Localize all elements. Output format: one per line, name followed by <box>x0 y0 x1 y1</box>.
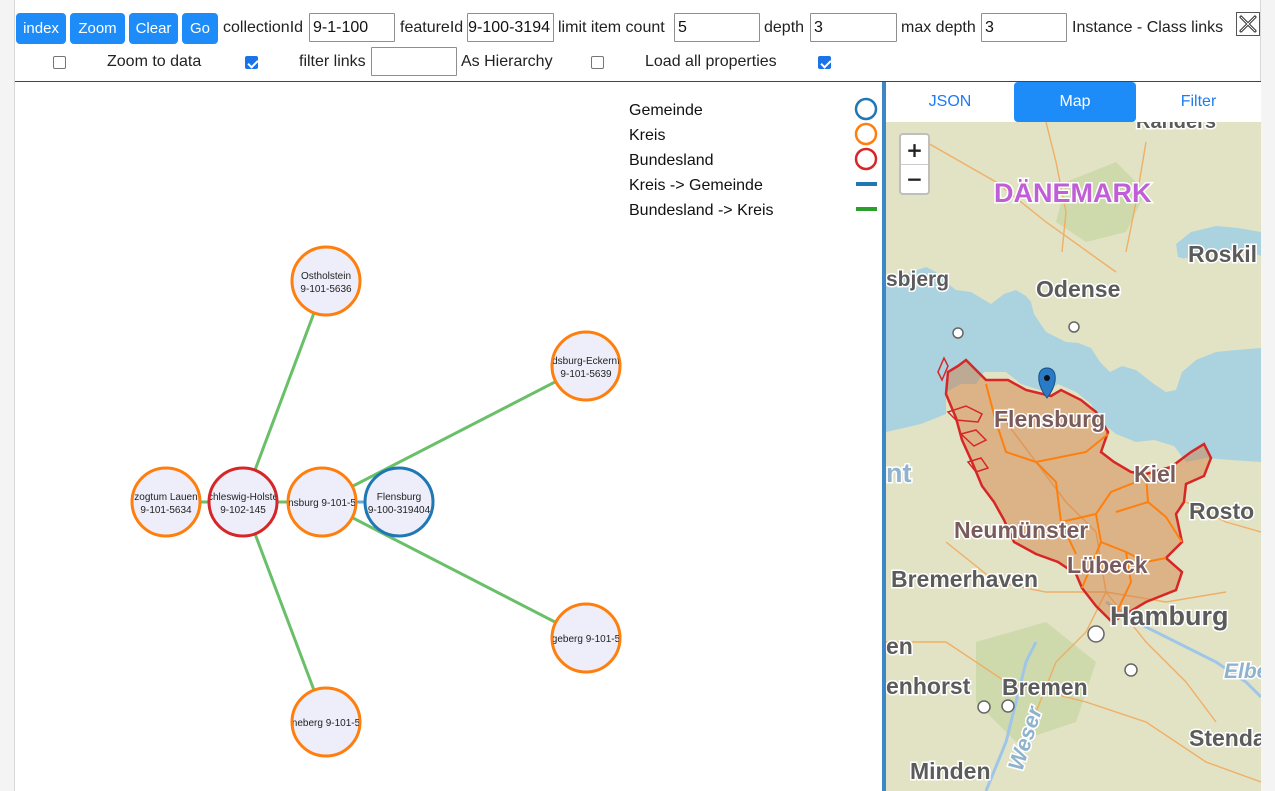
tab-filter[interactable]: Filter <box>1136 82 1261 122</box>
legend-circle-icon <box>854 97 878 121</box>
map-label-en: en <box>886 633 913 659</box>
map-label-daenemark: DÄNEMARK <box>994 178 1152 208</box>
graph-node-ostholstein[interactable]: Ostholstein 9-101-5636 <box>290 245 362 317</box>
feature-id-input[interactable]: 9-100-3194 <box>467 13 554 42</box>
map-zoom-out-button[interactable]: − <box>901 164 928 193</box>
legend-label: Bundesland <box>629 152 714 169</box>
graph-node-pinneberg[interactable]: neberg 9-101-5 <box>290 686 362 758</box>
depth-label: depth <box>764 19 805 36</box>
load-all-properties-checkbox[interactable] <box>818 56 831 69</box>
graph-node-sh[interactable]: chleswig-Holste 9-102-145 <box>207 466 279 538</box>
zoom-button[interactable]: Zoom <box>70 13 125 44</box>
side-panel: JSON Map Filter Randers DÄNEMARK Roskil … <box>886 82 1261 791</box>
legend-line-icon <box>856 207 877 211</box>
graph-node-label: Flensburg <box>377 492 421 503</box>
graph-node-label: nsburg 9-101-5 <box>288 498 356 509</box>
zoom-to-data-label: Zoom to data <box>107 53 202 70</box>
legend-label: Gemeinde <box>629 102 703 119</box>
graph-link <box>321 364 587 504</box>
panel-tabs: JSON Map Filter <box>886 82 1261 122</box>
as-hierarchy-label: As Hierarchy <box>461 53 553 70</box>
graph-node-id: 9-101-5636 <box>300 284 352 295</box>
graph-node-lauenburg[interactable]: zogtum Lauen 9-101-5634 <box>130 466 202 538</box>
legend-circle-icon <box>854 122 878 146</box>
map-label-bremerhaven: Bremerhaven <box>891 566 1038 592</box>
legend-label: Kreis -> Gemeinde <box>629 177 763 194</box>
collection-id-label: collectionId <box>223 19 304 36</box>
legend-label: Bundesland -> Kreis <box>629 202 774 219</box>
map-label-odense: Odense <box>1036 276 1120 302</box>
graph-node-label: chleswig-Holste <box>208 492 278 503</box>
graph-node-id: 9-100-319404 <box>368 505 431 516</box>
graph-node-flensburg-kreis[interactable]: nsburg 9-101-5 <box>286 466 358 538</box>
zoom-to-data-checkbox[interactable] <box>53 56 66 69</box>
limit-item-count-input[interactable]: 5 <box>674 13 760 42</box>
map-label-luebeck: Lübeck <box>1067 552 1148 578</box>
feature-id-label: featureId <box>400 19 464 36</box>
as-hierarchy-checkbox[interactable] <box>591 56 604 69</box>
map-label-kiel: Kiel <box>1134 461 1176 487</box>
map-label-enhorst: enhorst <box>886 673 971 699</box>
graph-node-id: 9-101-5639 <box>560 369 612 380</box>
map-view[interactable]: Randers DÄNEMARK Roskil sbjerg Odense Fl… <box>886 122 1261 791</box>
limit-item-count-label: limit item count <box>558 19 665 36</box>
clear-button[interactable]: Clear <box>129 13 178 44</box>
graph-panel[interactable]: Ostholstein 9-101-5636 dsburg-Eckernf 9-101… <box>15 82 882 791</box>
tab-map[interactable]: Map <box>1014 82 1136 122</box>
depth-input[interactable]: 3 <box>810 13 897 42</box>
map-canvas[interactable]: Randers DÄNEMARK Roskil sbjerg Odense Fl… <box>886 122 1261 791</box>
map-label-hamburg: Hamburg <box>1110 601 1229 631</box>
map-label-esbjerg: sbjerg <box>886 268 949 291</box>
graph-node-flensburg[interactable]: Flensburg 9-100-319404 <box>363 466 435 538</box>
load-all-properties-label: Load all properties <box>645 53 777 70</box>
graph-node-id: 9-101-5634 <box>140 505 192 516</box>
app-root: index Zoom Clear Go collectionId 9-1-100… <box>0 0 1275 791</box>
map-label-stendal: Stendal <box>1189 725 1261 751</box>
max-depth-label: max depth <box>901 19 976 36</box>
filter-links-checkbox[interactable] <box>245 56 258 69</box>
graph-node-segeberg[interactable]: geberg 9-101-5 <box>550 602 622 674</box>
close-icon <box>1239 15 1257 33</box>
mode-label: Instance - Class links <box>1072 19 1224 36</box>
map-label-nt: nt <box>886 458 911 488</box>
graph-legend: Gemeinde Kreis Bundesland Kreis -> Gemeinde… <box>629 97 878 219</box>
map-zoom-in-button[interactable]: + <box>901 135 928 164</box>
filter-links-input[interactable] <box>371 47 457 76</box>
collection-id-input[interactable]: 9-1-100 <box>309 13 395 42</box>
graph-node-label: zogtum Lauen <box>134 492 197 503</box>
tab-json[interactable]: JSON <box>886 82 1014 122</box>
map-label-elbe: Elbe <box>1224 660 1261 683</box>
index-button[interactable]: index <box>16 13 66 44</box>
graph-link <box>321 500 587 640</box>
map-label-neumuenster: Neumünster <box>954 517 1088 543</box>
map-label-roskilde: Roskil <box>1188 241 1257 267</box>
graph-node-rendsburg[interactable]: dsburg-Eckernf 9-101-5639 <box>550 330 622 402</box>
map-label-randers: Randers <box>1136 122 1216 133</box>
map-label-minden: Minden <box>910 758 991 784</box>
go-button[interactable]: Go <box>182 13 218 44</box>
graph-node-label: geberg 9-101-5 <box>552 634 621 645</box>
map-label-bremen: Bremen <box>1002 674 1088 700</box>
graph-node-label: Ostholstein <box>301 271 351 282</box>
graph-canvas[interactable]: Ostholstein 9-101-5636 dsburg-Eckernf 9-101… <box>15 82 882 791</box>
toolbar: index Zoom Clear Go collectionId 9-1-100… <box>16 13 1261 45</box>
legend-label: Kreis <box>629 127 665 144</box>
map-label-rostock: Rosto <box>1189 498 1254 524</box>
filter-links-label: filter links <box>299 53 366 70</box>
legend-circle-icon <box>854 147 878 171</box>
close-button[interactable] <box>1236 12 1260 36</box>
map-zoom-control: + − <box>899 133 930 195</box>
max-depth-input[interactable]: 3 <box>981 13 1067 42</box>
graph-node-label: dsburg-Eckernf <box>552 356 620 367</box>
graph-node-label: neberg 9-101-5 <box>292 718 361 729</box>
map-label-flensburg: Flensburg <box>994 406 1105 432</box>
legend-line-icon <box>856 182 877 186</box>
graph-node-id: 9-102-145 <box>220 505 266 516</box>
options-bar: Zoom to data filter links As Hierarchy L… <box>16 47 1261 76</box>
